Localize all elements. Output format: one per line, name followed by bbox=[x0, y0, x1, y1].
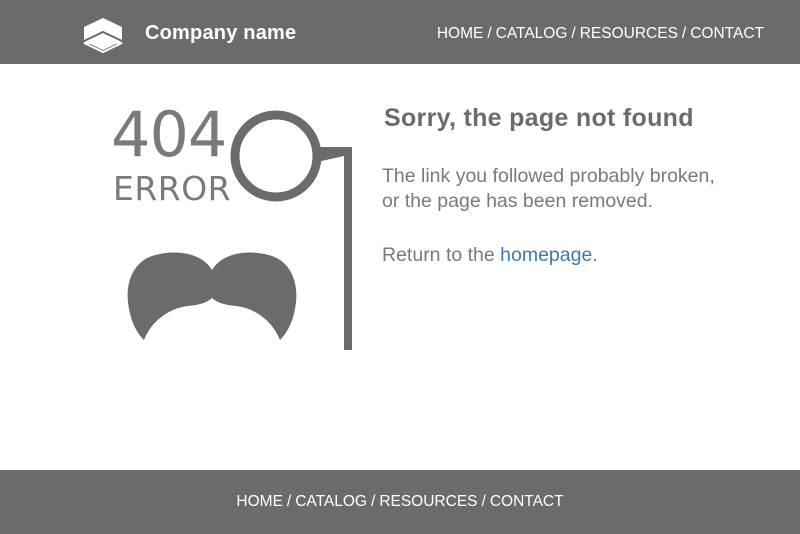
nav-separator: / bbox=[487, 25, 492, 42]
footer-link-contact[interactable]: CONTACT bbox=[490, 493, 564, 510]
company-name[interactable]: Company name bbox=[145, 22, 296, 45]
mustache-icon bbox=[127, 252, 297, 340]
footer-link-resources[interactable]: RESOURCES bbox=[379, 493, 477, 510]
error-description: The link you followed probably broken, o… bbox=[382, 164, 772, 214]
page-title: Sorry, the page not found bbox=[384, 104, 694, 132]
main-content: 404 ERROR Sorry, the page not found The … bbox=[0, 64, 800, 469]
return-text: Return to the homepage. bbox=[382, 244, 598, 267]
nav-link-home[interactable]: HOME bbox=[437, 25, 484, 42]
footer-link-catalog[interactable]: CATALOG bbox=[295, 493, 367, 510]
nav-separator: / bbox=[571, 25, 576, 42]
nav-separator: / bbox=[371, 493, 376, 510]
nav-link-catalog[interactable]: CATALOG bbox=[496, 25, 568, 42]
header-bar: Company name HOME / CATALOG / RESOURCES / CONT… bbox=[0, 0, 800, 64]
nav-separator: / bbox=[481, 493, 486, 510]
return-suffix: . bbox=[592, 244, 598, 266]
homepage-link[interactable]: homepage bbox=[500, 244, 592, 266]
description-line: The link you followed probably broken, bbox=[382, 165, 715, 187]
error-label: ERROR bbox=[113, 169, 232, 208]
nav-link-contact[interactable]: CONTACT bbox=[690, 25, 764, 42]
nav-link-resources[interactable]: RESOURCES bbox=[580, 25, 678, 42]
footer-link-home[interactable]: HOME bbox=[236, 493, 283, 510]
description-line: or the page has been removed. bbox=[382, 190, 654, 212]
footer-bar: HOME / CATALOG / RESOURCES / CONTACT bbox=[0, 470, 800, 534]
error-code: 404 bbox=[111, 98, 227, 171]
return-prefix: Return to the bbox=[382, 244, 501, 266]
header-nav: HOME / CATALOG / RESOURCES / CONTACT bbox=[437, 25, 764, 43]
nav-separator: / bbox=[681, 25, 687, 42]
footer-nav: HOME / CATALOG / RESOURCES / CONTACT bbox=[0, 493, 800, 511]
hexagon-box-icon[interactable] bbox=[78, 15, 128, 55]
nav-separator: / bbox=[286, 493, 292, 510]
